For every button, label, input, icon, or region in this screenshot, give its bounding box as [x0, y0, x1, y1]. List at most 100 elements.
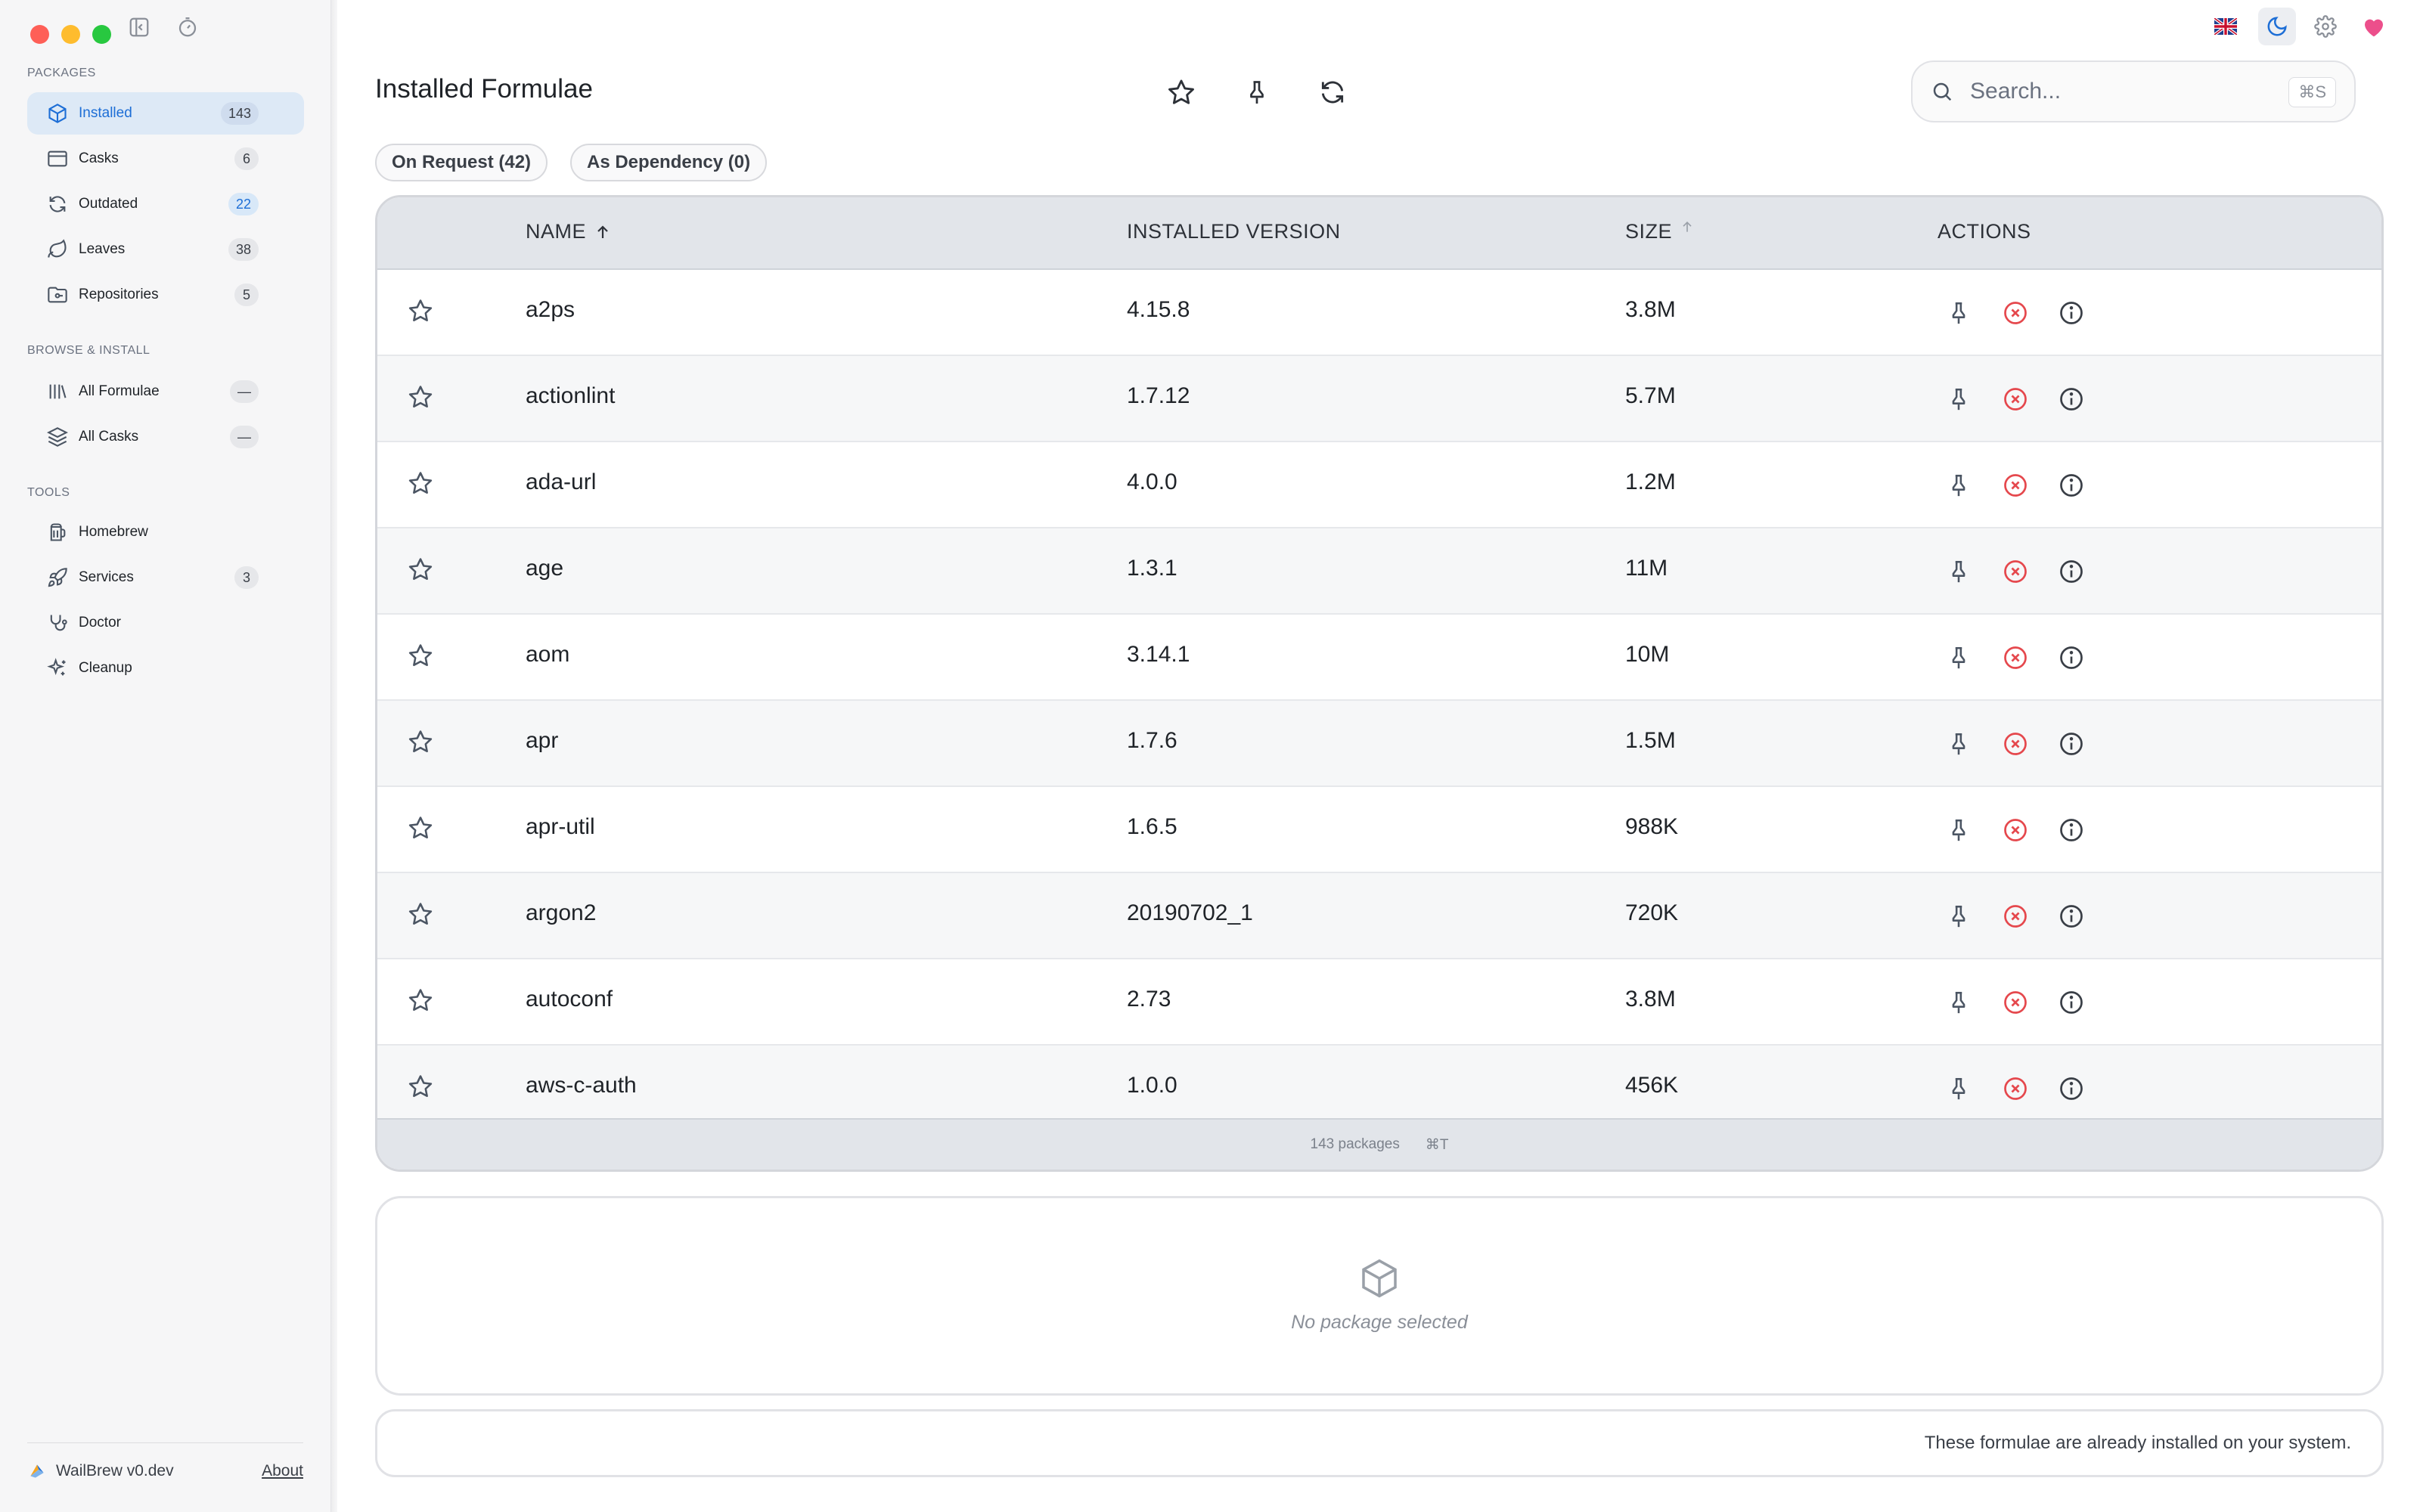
zoom-window-button[interactable]	[92, 25, 111, 44]
star-icon[interactable]	[408, 729, 438, 759]
sidebar-item-label: Homebrew	[79, 524, 148, 540]
info-icon[interactable]	[2055, 987, 2087, 1018]
sidebar-item-casks[interactable]: Casks 6	[27, 138, 304, 180]
pin-icon[interactable]	[1943, 469, 1975, 501]
table-row[interactable]: apr 1.7.6 1.5M	[377, 701, 2381, 787]
package-version: 4.15.8	[1127, 297, 1190, 322]
package-size: 3.8M	[1625, 987, 1676, 1012]
uninstall-icon[interactable]	[2000, 987, 2031, 1018]
pin-icon[interactable]	[1943, 297, 1975, 329]
pin-icon[interactable]	[1943, 556, 1975, 587]
info-icon[interactable]	[2055, 814, 2087, 846]
uninstall-icon[interactable]	[2000, 728, 2031, 760]
star-icon[interactable]	[408, 384, 438, 414]
leaf-icon	[45, 237, 70, 262]
table-row[interactable]: apr-util 1.6.5 988K	[377, 787, 2381, 873]
star-icon[interactable]	[408, 298, 438, 328]
count-badge: 6	[234, 147, 259, 170]
star-icon[interactable]	[408, 556, 438, 587]
pin-icon[interactable]	[1943, 987, 1975, 1018]
uninstall-icon[interactable]	[2000, 642, 2031, 674]
table-row[interactable]: age 1.3.1 11M	[377, 528, 2381, 615]
empty-package-icon	[1358, 1257, 1401, 1300]
sidebar-item-services[interactable]: Services 3	[27, 556, 304, 599]
count-badge: 3	[234, 566, 259, 589]
uninstall-icon[interactable]	[2000, 1073, 2031, 1105]
pin-icon[interactable]	[1943, 728, 1975, 760]
pin-icon[interactable]	[1943, 642, 1975, 674]
star-icon[interactable]	[408, 901, 438, 931]
close-window-button[interactable]	[30, 25, 49, 44]
language-flag-icon[interactable]	[2207, 8, 2245, 45]
table-row[interactable]: actionlint 1.7.12 5.7M	[377, 356, 2381, 442]
timer-icon[interactable]	[174, 14, 201, 41]
package-version: 3.14.1	[1127, 642, 1190, 667]
sidebar-item-doctor[interactable]: Doctor	[27, 602, 304, 644]
info-icon[interactable]	[2055, 1073, 2087, 1105]
moon-icon	[2266, 15, 2288, 38]
dark-mode-toggle[interactable]	[2258, 8, 2296, 45]
package-size: 11M	[1625, 556, 1668, 581]
uninstall-icon[interactable]	[2000, 556, 2031, 587]
info-icon[interactable]	[2055, 556, 2087, 587]
refresh-button[interactable]	[1314, 74, 1351, 110]
pin-icon[interactable]	[1943, 900, 1975, 932]
info-icon[interactable]	[2055, 728, 2087, 760]
uninstall-icon[interactable]	[2000, 383, 2031, 415]
table-row[interactable]: autoconf 2.73 3.8M	[377, 959, 2381, 1046]
sidebar-item-homebrew[interactable]: Homebrew	[27, 511, 304, 553]
sidebar-item-all-formulae[interactable]: All Formulae —	[27, 370, 304, 413]
uninstall-icon[interactable]	[2000, 900, 2031, 932]
about-link[interactable]: About	[262, 1462, 303, 1480]
sparkles-icon	[45, 656, 70, 680]
info-icon[interactable]	[2055, 469, 2087, 501]
uninstall-icon[interactable]	[2000, 469, 2031, 501]
table-shortcut-hint: ⌘T	[1425, 1136, 1449, 1153]
uninstall-icon[interactable]	[2000, 814, 2031, 846]
count-badge: —	[230, 380, 259, 403]
app-version: WailBrew v0.dev	[56, 1462, 174, 1479]
column-header-version[interactable]: INSTALLED VERSION	[1127, 220, 1341, 243]
count-badge: 22	[228, 193, 259, 215]
filter-as-dependency[interactable]: As Dependency (0)	[570, 144, 768, 181]
pin-icon[interactable]	[1943, 1073, 1975, 1105]
sidebar-item-repositories[interactable]: Repositories 5	[27, 274, 304, 316]
table-row[interactable]: argon2 20190702_1 720K	[377, 873, 2381, 959]
star-icon[interactable]	[408, 987, 438, 1018]
info-icon[interactable]	[2055, 297, 2087, 329]
filter-on-request[interactable]: On Request (42)	[375, 144, 548, 181]
info-icon[interactable]	[2055, 900, 2087, 932]
star-icon[interactable]	[408, 643, 438, 673]
sidebar-footer: WailBrew v0.dev About	[27, 1442, 303, 1481]
settings-button[interactable]	[2307, 8, 2344, 45]
sidebar-item-label: Casks	[79, 150, 119, 166]
star-icon[interactable]	[408, 1074, 438, 1104]
package-count: 143 packages	[1310, 1136, 1400, 1152]
table-row[interactable]: aom 3.14.1 10M	[377, 615, 2381, 701]
sidebar-item-label: All Formulae	[79, 383, 160, 399]
sidebar-item-cleanup[interactable]: Cleanup	[27, 647, 304, 689]
uninstall-icon[interactable]	[2000, 297, 2031, 329]
column-header-size[interactable]: SIZE	[1625, 220, 1695, 243]
pinned-filter-button[interactable]	[1239, 74, 1275, 110]
star-icon[interactable]	[408, 470, 438, 500]
search-input[interactable]	[1970, 79, 2257, 104]
sidebar-item-leaves[interactable]: Leaves 38	[27, 228, 304, 271]
table-row[interactable]: ada-url 4.0.0 1.2M	[377, 442, 2381, 528]
star-icon[interactable]	[408, 815, 438, 845]
table-row[interactable]: a2ps 4.15.8 3.8M	[377, 270, 2381, 356]
sidebar-toggle-icon[interactable]	[126, 14, 153, 41]
pin-icon[interactable]	[1943, 383, 1975, 415]
info-icon[interactable]	[2055, 642, 2087, 674]
sidebar-item-installed[interactable]: Installed 143	[27, 92, 304, 135]
info-icon[interactable]	[2055, 383, 2087, 415]
column-header-name[interactable]: NAME	[526, 220, 612, 243]
favorites-filter-button[interactable]	[1163, 74, 1199, 110]
package-version: 1.6.5	[1127, 814, 1177, 839]
sidebar-item-outdated[interactable]: Outdated 22	[27, 183, 304, 225]
search-box[interactable]: ⌘S	[1911, 60, 2356, 122]
sidebar-item-all-casks[interactable]: All Casks —	[27, 416, 304, 458]
minimize-window-button[interactable]	[61, 25, 80, 44]
sponsor-button[interactable]	[2355, 8, 2393, 45]
pin-icon[interactable]	[1943, 814, 1975, 846]
